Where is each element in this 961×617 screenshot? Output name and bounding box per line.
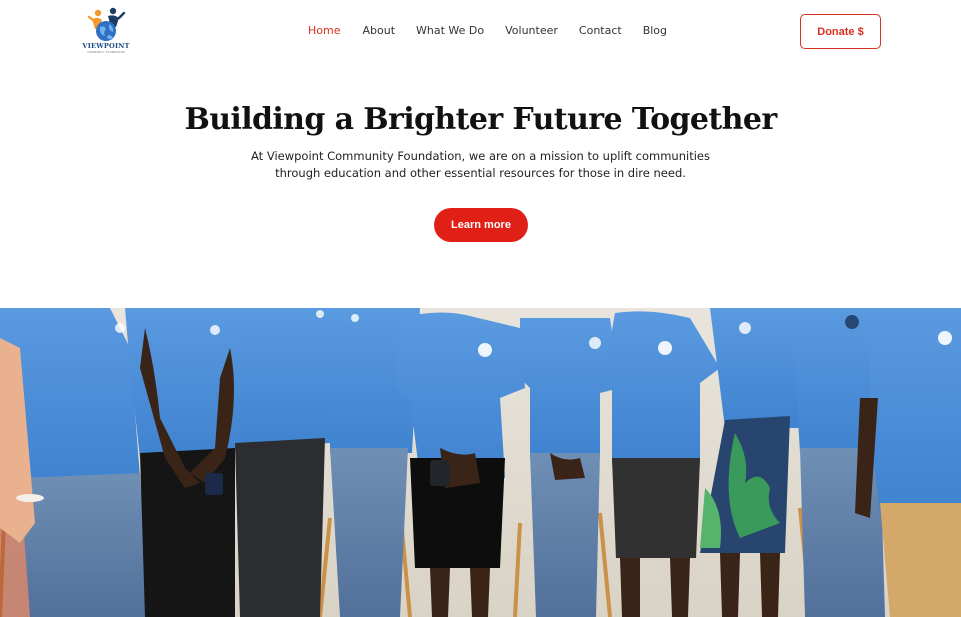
group-photo-image [0, 308, 961, 617]
nav-item-what-we-do[interactable]: What We Do [416, 22, 484, 40]
logo-wordmark: VIEWPOINT [82, 42, 130, 50]
main-nav: Home About What We Do Volunteer Contact … [300, 22, 667, 40]
logo-tagline: COMMUNITY FOUNDATION [87, 51, 125, 54]
nav-item-blog[interactable]: Blog [643, 22, 667, 40]
donate-button[interactable]: Donate $ [800, 14, 881, 49]
nav-item-volunteer[interactable]: Volunteer [505, 22, 558, 40]
hero-title: Building a Brighter Future Together [184, 102, 777, 137]
logo-mark-icon [87, 7, 126, 41]
nav-item-about[interactable]: About [362, 22, 395, 40]
nav-item-home[interactable]: Home [308, 22, 340, 40]
nav-item-contact[interactable]: Contact [579, 22, 622, 40]
logo[interactable]: VIEWPOINT COMMUNITY FOUNDATION [80, 7, 132, 55]
site-header: VIEWPOINT COMMUNITY FOUNDATION Home Abou… [0, 0, 961, 64]
hero-group-photo [0, 308, 961, 617]
hero-description: At Viewpoint Community Foundation, we ar… [251, 149, 710, 180]
learn-more-button[interactable]: Learn more [434, 208, 528, 242]
